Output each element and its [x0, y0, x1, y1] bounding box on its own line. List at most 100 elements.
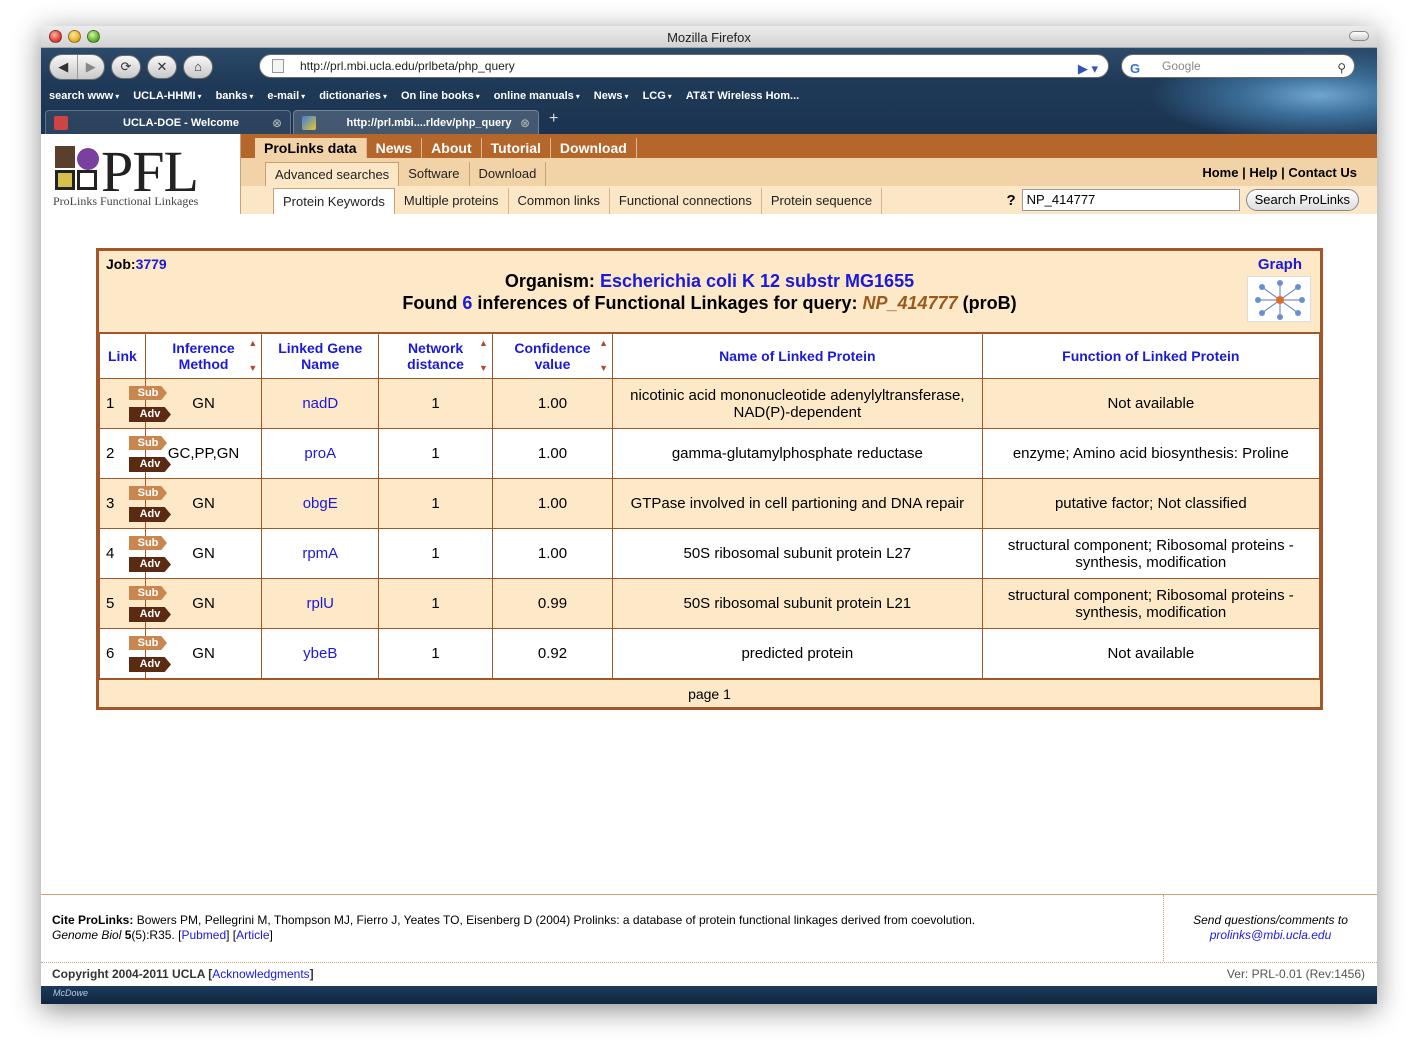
close-tab-icon[interactable]: ⊗ [272, 116, 282, 130]
contact-email-link[interactable]: prolinks@mbi.ucla.edu [1210, 928, 1332, 942]
navigation-toolbar: ◀ ▶ ⟳ ✕ ⌂ http://prl.mbi.ucla.edu/prlbet… [41, 48, 1377, 85]
sub-button[interactable]: Sub [129, 386, 167, 400]
column-header[interactable]: Linked Gene Name [261, 333, 380, 379]
query-help-icon[interactable]: ? [1006, 192, 1015, 209]
back-arrow-icon[interactable]: ◀ [50, 55, 77, 79]
search-icon[interactable]: ⚲ [1337, 57, 1346, 79]
sub-button[interactable]: Sub [129, 536, 167, 550]
column-header[interactable]: Network distance ▲ ▼ [378, 333, 493, 379]
gene-link[interactable]: rplU [306, 595, 334, 612]
adv-button[interactable]: Adv [129, 557, 171, 572]
search-tab-protein-keywords[interactable]: Protein Keywords [273, 188, 395, 214]
link-separator: | [1238, 165, 1250, 180]
sub-button[interactable]: Sub [129, 586, 167, 600]
graph-link-text[interactable]: Graph [1258, 256, 1302, 273]
column-header[interactable]: Link [99, 333, 146, 379]
browser-tab[interactable]: http://prl.mbi....rldev/php_query ⊗ [293, 110, 539, 134]
main-nav: ProLinks data News About Tutorial Download [241, 134, 1377, 158]
cite-label: Cite ProLinks: [52, 913, 134, 927]
search-tab-protein-sequence[interactable]: Protein sequence [762, 188, 883, 214]
reload-icon[interactable]: ⟳ [111, 54, 141, 79]
acknowledgments-link[interactable]: Acknowledgments [212, 967, 309, 981]
nav-news[interactable]: News [367, 138, 423, 158]
row-number: 6 [106, 645, 115, 662]
nav-about[interactable]: About [422, 138, 482, 158]
home-icon[interactable]: ⌂ [183, 54, 213, 79]
forward-arrow-icon[interactable]: ▶ [76, 54, 105, 79]
adv-button[interactable]: Adv [129, 457, 171, 472]
found-count: 6 [462, 293, 473, 313]
row-number: 5 [106, 595, 115, 612]
confidence-cell: 1.00 [491, 528, 614, 579]
bookmark-label: AT&T Wireless Hom... [685, 90, 800, 102]
gene-link[interactable]: nadD [302, 395, 338, 412]
column-header[interactable]: Function of Linked Protein [981, 333, 1321, 379]
link-cell: 5 Sub Adv [99, 578, 171, 629]
gene-link[interactable]: rpmA [302, 545, 338, 562]
url-bar[interactable]: http://prl.mbi.ucla.edu/prlbeta/php_quer… [259, 54, 1109, 78]
gene-cell: obgE [261, 478, 380, 529]
browser-search-box[interactable]: G Google ⚲ [1121, 54, 1355, 78]
toolbar-toggle-button[interactable] [1349, 31, 1369, 41]
bookmark-item[interactable]: On line books ▾ [401, 90, 480, 102]
bookmark-item[interactable]: AT&T Wireless Hom... [686, 90, 799, 102]
link-help[interactable]: Help [1249, 165, 1277, 180]
link-contact-us[interactable]: Contact Us [1288, 165, 1357, 180]
adv-button[interactable]: Adv [129, 657, 171, 672]
site-logo[interactable]: PFL ProLinks Functional Linkages [41, 134, 241, 214]
go-arrow-icon[interactable]: ▶ ▾ [1078, 58, 1098, 80]
query-input[interactable]: NP_414777 [1021, 189, 1240, 211]
browser-tab[interactable]: UCLA-DOE - Welcome ⊗ [45, 110, 291, 134]
bookmark-item[interactable]: e-mail ▾ [267, 90, 305, 102]
network-graph-icon[interactable] [1247, 276, 1311, 322]
sort-arrows-icon[interactable]: ▲ ▼ [248, 338, 257, 373]
column-header[interactable]: Inference Method ▲ ▼ [144, 333, 263, 379]
table-row: 3 Sub Adv GN obgE 1 1.00 GTPase involved in cel… [99, 478, 1321, 529]
subnav-download[interactable]: Download [470, 162, 547, 186]
adv-button[interactable]: Adv [129, 407, 171, 422]
search-tab-functional-connections[interactable]: Functional connections [610, 188, 762, 214]
sub-button[interactable]: Sub [129, 486, 167, 500]
search-prolinks-button[interactable]: Search ProLinks [1245, 189, 1359, 211]
sub-button[interactable]: Sub [129, 636, 167, 650]
chevron-down-icon: ▾ [197, 92, 202, 101]
nav-tutorial[interactable]: Tutorial [482, 138, 551, 158]
row-number: 3 [106, 495, 115, 512]
bookmark-item[interactable]: UCLA-HHMI ▾ [133, 90, 201, 102]
stop-icon[interactable]: ✕ [147, 54, 177, 79]
gene-link[interactable]: obgE [303, 495, 338, 512]
pubmed-link[interactable]: Pubmed [181, 928, 226, 942]
gene-link[interactable]: proA [304, 445, 336, 462]
job-id-link[interactable]: 3779 [136, 256, 167, 272]
new-tab-icon[interactable]: + [541, 110, 566, 134]
bookmark-item[interactable]: dictionaries ▾ [319, 90, 387, 102]
adv-button[interactable]: Adv [129, 507, 171, 522]
link-cell: 4 Sub Adv [99, 528, 171, 579]
article-link[interactable]: Article [236, 928, 269, 942]
gene-link[interactable]: ybeB [303, 645, 337, 662]
bookmark-item[interactable]: LCG ▾ [643, 90, 672, 102]
nav-download[interactable]: Download [551, 138, 637, 158]
column-header[interactable]: Confidence value ▲ ▼ [491, 333, 614, 379]
column-header[interactable]: Name of Linked Protein [612, 333, 983, 379]
close-tab-icon[interactable]: ⊗ [520, 116, 530, 130]
sub-button[interactable]: Sub [129, 436, 167, 450]
bookmark-item[interactable]: search www ▾ [49, 90, 119, 102]
sort-arrows-icon[interactable]: ▲ ▼ [479, 338, 488, 373]
search-tab-common-links[interactable]: Common links [509, 188, 610, 214]
sort-arrows-icon[interactable]: ▲ ▼ [599, 338, 608, 373]
bookmark-item[interactable]: banks ▾ [216, 90, 254, 102]
link-home[interactable]: Home [1202, 165, 1238, 180]
subnav-software[interactable]: Software [399, 162, 470, 186]
subnav-advanced-searches[interactable]: Advanced searches [265, 162, 400, 186]
column-header-label: Network distance [407, 340, 464, 372]
chevron-down-icon: ▾ [301, 92, 306, 101]
bookmark-item[interactable]: online manuals ▾ [494, 90, 580, 102]
nav-prolinks-data[interactable]: ProLinks data [255, 138, 367, 158]
site-header: PFL ProLinks Functional Linkages ProLink… [41, 134, 1377, 214]
search-tab-multiple-proteins[interactable]: Multiple proteins [395, 188, 509, 214]
tab-label: UCLA-DOE - Welcome [123, 116, 239, 129]
graph-link[interactable]: Graph [1258, 256, 1302, 273]
adv-button[interactable]: Adv [129, 607, 171, 622]
bookmark-item[interactable]: News ▾ [594, 90, 629, 102]
